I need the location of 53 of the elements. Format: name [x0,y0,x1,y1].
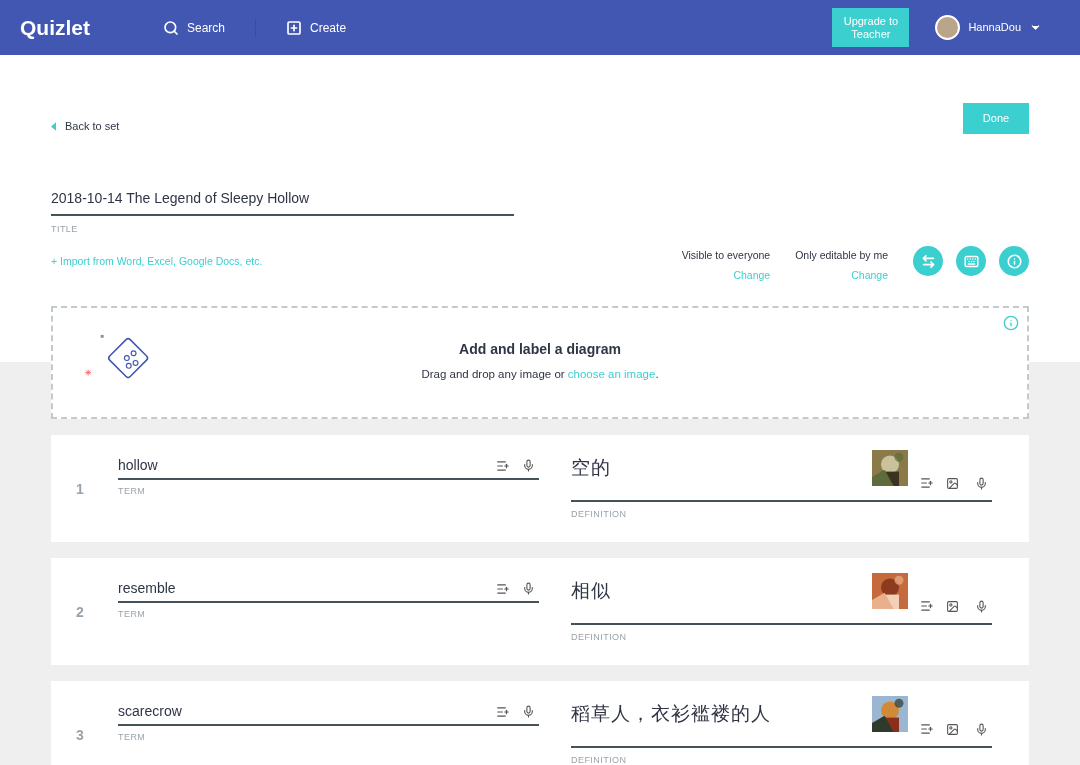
back-link[interactable]: Back to set [51,118,120,135]
title-field[interactable]: 2018-10-14 The Legend of Sleepy Hollow [51,187,514,216]
definition-label: DEFINITION [571,754,628,765]
term-field[interactable]: scarecrow [118,699,539,726]
add-list-icon [920,722,934,736]
nav-link[interactable]: Create [286,18,347,37]
definition-field[interactable]: 相似 [571,573,992,625]
add-list-icon [920,599,934,613]
term-field[interactable]: hollow [118,453,539,480]
nav-link[interactable]: Search [163,18,226,37]
swap-button[interactable] [913,246,943,276]
permission-label: Visible to everyone [681,248,771,263]
add-list-icon [496,704,510,719]
microphone-icon [975,723,988,736]
search-icon [163,19,179,36]
user-menu[interactable]: HannaDou [968,19,1042,36]
image-icon [946,600,959,613]
info-button[interactable] [999,246,1029,276]
diagram-dropzone[interactable]: Add and label a diagram Drag and drop any image or choose an image. [51,306,1029,419]
definition-field[interactable]: 空的 [571,450,992,502]
microphone-icon [975,600,988,613]
microphone-icon [522,705,535,718]
microphone-icon [522,582,535,595]
diagram-heading: Add and label a diagram [459,340,621,360]
microphone-icon [975,477,988,490]
microphone-icon [522,459,535,472]
definition-field[interactable]: 稻草人，衣衫褴褛的人 [571,696,992,748]
card-number: 3 [76,726,85,745]
card-number: 2 [76,603,85,622]
image-icon [946,723,959,736]
term-label: TERM [118,608,147,621]
add-list-icon [496,458,510,473]
add-list-icon [920,476,934,490]
info-icon [1003,315,1019,331]
image-icon [946,477,959,490]
info-icon [1006,253,1022,269]
plus-square-icon [286,19,303,36]
card-number: 1 [76,480,85,499]
definition-label: DEFINITION [571,631,628,644]
title-label: TITLE [51,222,79,236]
diagram-instructions: Drag and drop any image or choose an image. [421,367,659,383]
swap-icon [920,253,936,269]
term-label: TERM [118,485,147,498]
add-list-icon [496,581,510,596]
keyboard-icon [963,253,979,269]
keyboard-button[interactable] [956,246,986,276]
permission-label: Only editable by me [795,248,888,263]
back-arrow-icon [51,121,56,131]
definition-label: DEFINITION [571,508,628,521]
term-field[interactable]: resemble [118,576,539,603]
term-label: TERM [118,731,147,744]
logo[interactable]: Quizlet [20,11,163,44]
avatar[interactable] [935,15,961,40]
